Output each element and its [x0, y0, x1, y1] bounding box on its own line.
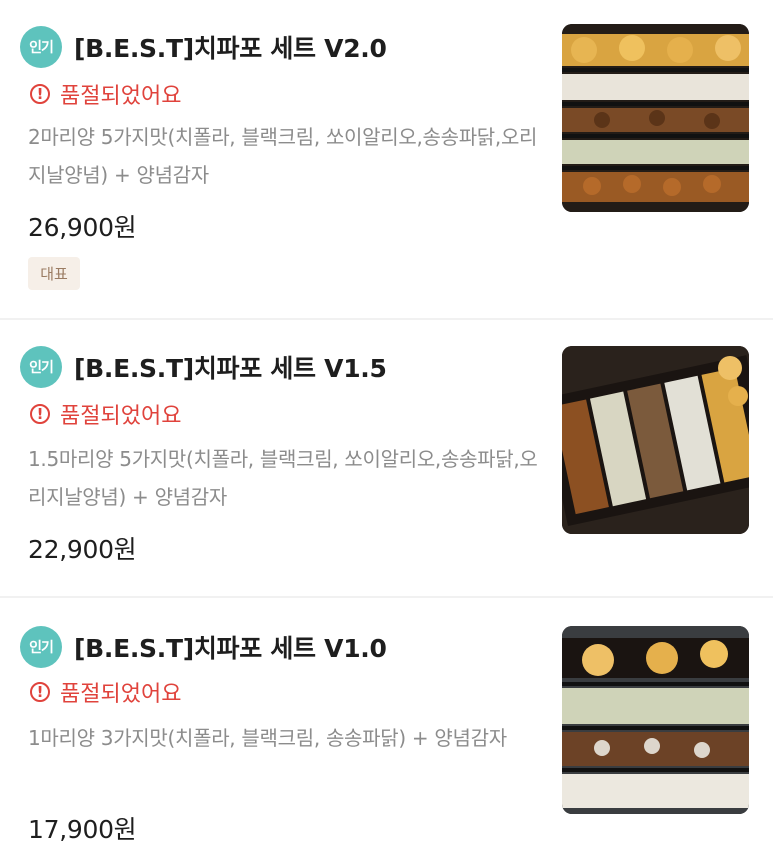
representative-tag: 대표: [28, 257, 80, 290]
menu-list: 인기 [B.E.S.T]치파포 세트 V2.0 ! 품절되었어요 2마리양 5가…: [0, 0, 773, 868]
soldout-label: 품절되었어요: [60, 84, 182, 109]
menu-item[interactable]: 인기 [B.E.S.T]치파포 세트 V2.0 ! 품절되었어요 2마리양 5가…: [0, 0, 773, 320]
menu-title: [B.E.S.T]치파포 세트 V2.0: [74, 34, 387, 63]
menu-thumbnail[interactable]: [562, 626, 749, 814]
menu-thumbnail[interactable]: [562, 24, 749, 212]
menu-description: 1마리양 3가지맛(치폴라, 블랙크림, 송송파닭) + 양념감자: [28, 726, 507, 750]
popular-badge: 인기: [20, 346, 62, 388]
menu-item[interactable]: 인기 [B.E.S.T]치파포 세트 V1.0 ! 품절되었어요 1마리양 3가…: [0, 598, 773, 868]
menu-item[interactable]: 인기 [B.E.S.T]치파포 세트 V1.5 ! 품절되었어요 1.5마리양 …: [0, 320, 773, 598]
popular-badge: 인기: [20, 626, 62, 668]
warning-icon: !: [30, 682, 50, 702]
menu-description: 1.5마리양 5가지맛(치폴라, 블랙크림, 쏘이알리오,송송파닭,오리지날양념…: [28, 447, 538, 509]
menu-title: [B.E.S.T]치파포 세트 V1.5: [74, 354, 387, 383]
title-row: 인기 [B.E.S.T]치파포 세트 V1.0: [20, 626, 387, 668]
menu-thumbnail[interactable]: [562, 346, 749, 534]
menu-price: 26,900원: [28, 213, 137, 242]
soldout-status: ! 품절되었어요: [30, 676, 181, 708]
fried-chicken-box-photo: [562, 626, 749, 814]
popular-badge: 인기: [20, 26, 62, 68]
menu-description: 2마리양 5가지맛(치폴라, 블랙크림, 쏘이알리오,송송파닭,오리지날양념) …: [28, 125, 538, 187]
soldout-status: ! 품절되었어요: [30, 398, 181, 430]
menu-price: 17,900원: [28, 815, 137, 844]
menu-title: [B.E.S.T]치파포 세트 V1.0: [74, 634, 387, 663]
soldout-label: 품절되었어요: [60, 682, 182, 707]
fried-chicken-box-photo: [562, 346, 749, 534]
title-row: 인기 [B.E.S.T]치파포 세트 V2.0: [20, 26, 387, 68]
warning-icon: !: [30, 404, 50, 424]
fried-chicken-box-photo: [562, 24, 749, 212]
title-row: 인기 [B.E.S.T]치파포 세트 V1.5: [20, 346, 387, 388]
menu-price: 22,900원: [28, 535, 137, 564]
warning-icon: !: [30, 84, 50, 104]
soldout-status: ! 품절되었어요: [30, 78, 181, 110]
soldout-label: 품절되었어요: [60, 404, 182, 429]
